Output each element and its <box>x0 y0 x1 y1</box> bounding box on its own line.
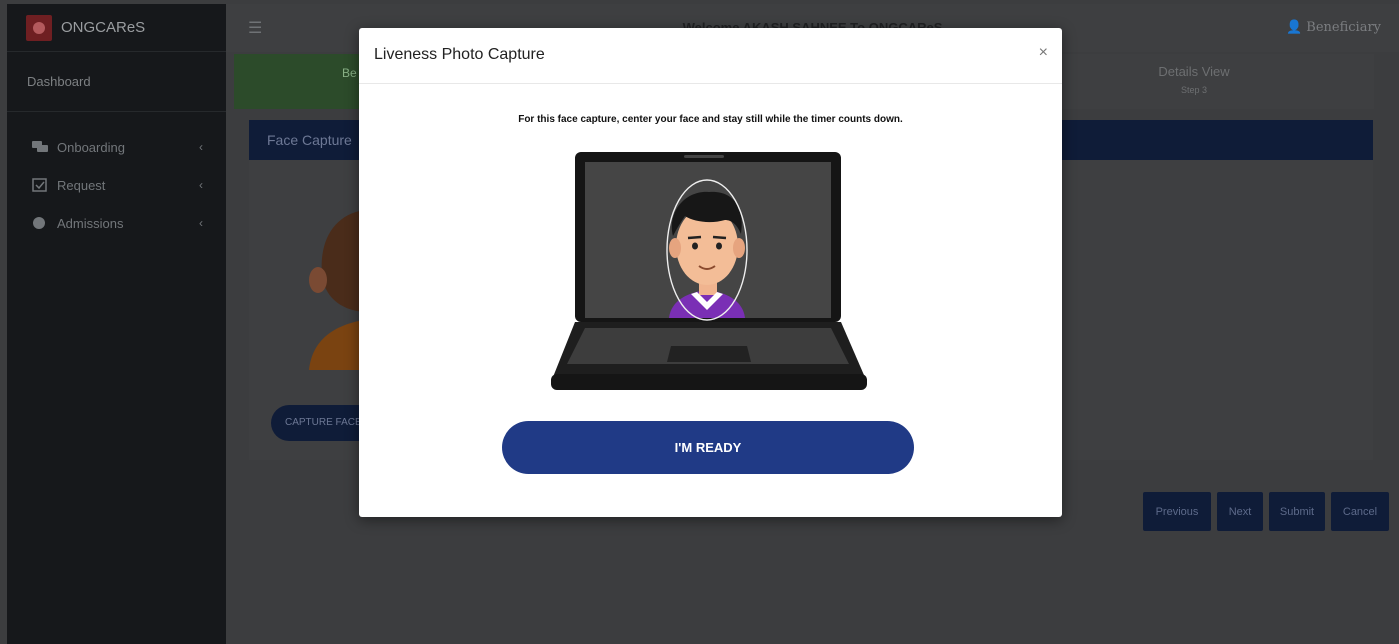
brand[interactable]: ONGCAReS <box>7 4 226 52</box>
next-button[interactable]: Next <box>1217 492 1263 531</box>
circle-icon <box>33 217 45 229</box>
sidebar-item-dashboard[interactable]: Dashboard <box>7 52 226 112</box>
sidebar-nav: Onboarding ‹ Request ‹ Admissions ‹ <box>7 112 226 242</box>
step-3[interactable]: Details View Step 3 <box>1154 64 1234 95</box>
user-menu[interactable]: 👤 Beneficiary <box>1286 20 1381 35</box>
step-3-sub: Step 3 <box>1180 85 1208 95</box>
sidebar-item-request[interactable]: Request ‹ <box>7 166 226 204</box>
cancel-button[interactable]: Cancel <box>1331 492 1389 531</box>
chevron-left-icon: ‹ <box>199 216 203 230</box>
footer <box>244 634 744 642</box>
chevron-left-icon: ‹ <box>199 140 203 154</box>
sidebar-item-label: Admissions <box>57 215 124 231</box>
ongc-logo <box>26 14 52 41</box>
sidebar-item-label: Onboarding <box>57 139 125 155</box>
modal-title: Liveness Photo Capture <box>374 46 545 63</box>
calendar-check-icon <box>32 178 47 192</box>
close-icon[interactable]: × <box>1039 44 1048 62</box>
sidebar-item-label: Request <box>57 177 106 193</box>
laptop-face-illustration <box>551 152 867 390</box>
sidebar: ONGCAReS Dashboard Onboarding ‹ Request … <box>7 4 226 644</box>
modal-header: Liveness Photo Capture × <box>359 28 1062 84</box>
liveness-modal: Liveness Photo Capture × For this face c… <box>359 28 1062 517</box>
chat-icon <box>32 141 48 152</box>
sidebar-item-onboarding[interactable]: Onboarding ‹ <box>7 128 226 166</box>
im-ready-button[interactable]: I'M READY <box>502 421 914 474</box>
user-icon: 👤 <box>1285 20 1303 35</box>
wizard-buttons: Previous Next Submit Cancel <box>1143 492 1389 531</box>
brand-name: ONGCAReS <box>61 19 146 36</box>
step-3-label: Details View <box>1158 64 1230 79</box>
submit-button[interactable]: Submit <box>1269 492 1325 531</box>
previous-button[interactable]: Previous <box>1143 492 1211 531</box>
capture-instruction: For this face capture, center your face … <box>518 114 903 125</box>
step-1[interactable]: Be <box>234 54 359 109</box>
sidebar-item-admissions[interactable]: Admissions ‹ <box>7 204 226 242</box>
step-1-label: Be <box>342 66 357 80</box>
chevron-left-icon: ‹ <box>199 178 203 192</box>
user-role: Beneficiary <box>1306 20 1381 35</box>
